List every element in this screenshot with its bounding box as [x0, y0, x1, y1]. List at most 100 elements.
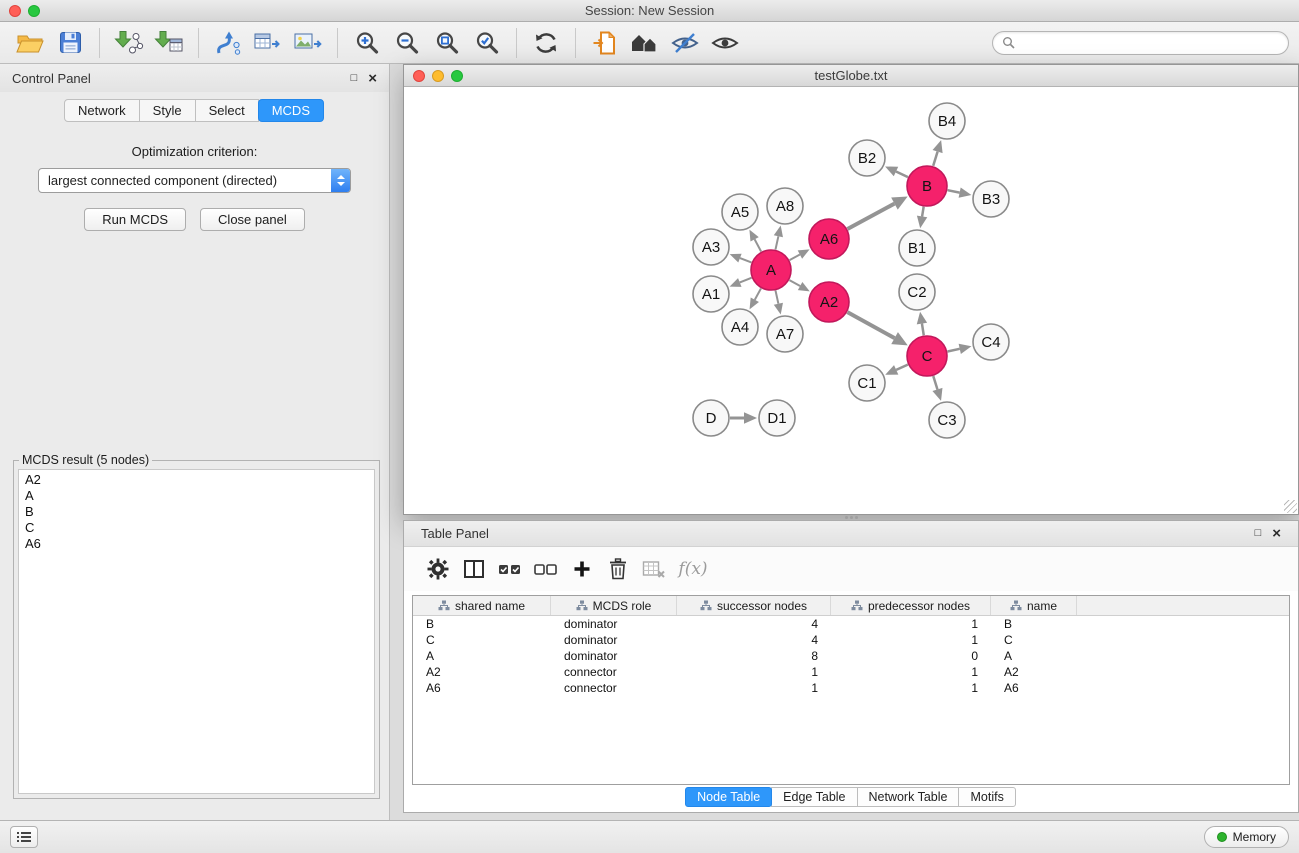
graph-edge-B-B1[interactable] [922, 207, 924, 217]
graph-edge-A-A3[interactable] [740, 258, 751, 262]
criterion-dropdown[interactable]: largest connected component (directed) [38, 168, 351, 193]
table-row[interactable]: Adominator80A [413, 648, 1289, 664]
network-zoom-button[interactable] [451, 70, 463, 82]
tab-edge-table[interactable]: Edge Table [771, 787, 857, 807]
eye-icon [711, 31, 739, 55]
close-window-button[interactable] [9, 5, 21, 17]
column-header-shared-name[interactable]: shared name [413, 596, 551, 615]
tab-select[interactable]: Select [195, 99, 259, 122]
toolbar-separator [198, 28, 199, 58]
result-item[interactable]: A6 [19, 536, 374, 552]
graph-edge-A6-B[interactable] [847, 204, 894, 229]
table-row[interactable]: A6connector11A6 [413, 680, 1289, 696]
table-panel-header: Table Panel □ × [404, 521, 1298, 547]
result-item[interactable]: A [19, 488, 374, 504]
graph-edge-A-A8[interactable] [775, 236, 778, 249]
graph-edge-B-B4[interactable] [933, 152, 937, 166]
tab-network-table[interactable]: Network Table [857, 787, 960, 807]
graph-edge-A-A4[interactable] [755, 288, 761, 299]
optimization-criterion-label: Optimization criterion: [0, 144, 389, 159]
zoom-selected-button[interactable] [468, 25, 506, 61]
zoom-selected-icon [474, 30, 501, 56]
graph-edge-C-C3[interactable] [933, 376, 937, 389]
network-graph[interactable]: B4B2BB3A5A8A6A3AB1A1A2C2A4A7C4CC1DD1C3 [404, 87, 1298, 514]
column-header-MCDS-role[interactable]: MCDS role [551, 596, 677, 615]
graph-edge-A2-C[interactable] [847, 312, 894, 338]
table-row[interactable]: Cdominator41C [413, 632, 1289, 648]
zoom-out-button[interactable] [388, 25, 426, 61]
table-row[interactable]: Bdominator41B [413, 616, 1289, 632]
zoom-fit-button[interactable] [428, 25, 466, 61]
close-panel-button[interactable]: Close panel [200, 208, 305, 231]
graph-edge-C-C1[interactable] [896, 365, 908, 370]
result-item[interactable]: B [19, 504, 374, 520]
open-session-button[interactable] [11, 25, 49, 61]
network-window-titlebar[interactable]: testGlobe.txt [404, 65, 1298, 87]
graph-edge-A-A7[interactable] [775, 291, 778, 304]
graph-edge-B-B2[interactable] [896, 172, 908, 178]
unselect-all-columns-button[interactable] [528, 551, 564, 587]
graph-edge-arrowhead [730, 254, 742, 263]
resize-grip-icon[interactable] [1284, 500, 1297, 513]
search-input[interactable] [1020, 36, 1279, 50]
export-image-button[interactable] [289, 25, 327, 61]
float-panel-icon[interactable]: □ [351, 73, 358, 84]
show-graphics-details-button[interactable] [706, 25, 744, 61]
column-header-name[interactable]: name [991, 596, 1077, 615]
import-table-button[interactable] [150, 25, 188, 61]
column-header-successor-nodes[interactable]: successor nodes [677, 596, 831, 615]
graph-node-label: D [706, 410, 717, 427]
hide-graphics-details-button[interactable] [666, 25, 704, 61]
graph-edge-A-A2[interactable] [789, 280, 800, 286]
tab-node-table[interactable]: Node Table [685, 787, 772, 807]
zoom-window-button[interactable] [28, 5, 40, 17]
tab-style[interactable]: Style [139, 99, 196, 122]
network-close-button[interactable] [413, 70, 425, 82]
network-minimize-button[interactable] [432, 70, 444, 82]
apply-layout-button[interactable] [209, 25, 247, 61]
mcds-result-list[interactable]: A2ABCA6 [18, 469, 375, 794]
result-item[interactable]: A2 [19, 472, 374, 488]
select-all-columns-button[interactable] [492, 551, 528, 587]
show-columns-button[interactable] [456, 551, 492, 587]
tab-network[interactable]: Network [64, 99, 140, 122]
open-document-button[interactable] [586, 25, 624, 61]
close-table-panel-icon[interactable]: × [1272, 526, 1281, 541]
table-row[interactable]: A2connector11A2 [413, 664, 1289, 680]
create-column-button[interactable] [564, 551, 600, 587]
delete-columns-button[interactable] [600, 551, 636, 587]
graph-edge-A-A5[interactable] [755, 239, 761, 251]
function-builder-button[interactable]: f(x) [672, 551, 708, 587]
save-session-button[interactable] [51, 25, 89, 61]
graph-edge-B-B3[interactable] [948, 190, 960, 192]
cell-predecessor-nodes: 1 [831, 665, 991, 679]
float-table-panel-icon[interactable]: □ [1255, 528, 1262, 539]
memory-button[interactable]: Memory [1204, 826, 1289, 848]
network-canvas[interactable]: B4B2BB3A5A8A6A3AB1A1A2C2A4A7C4CC1DD1C3 [404, 87, 1298, 514]
cell-successor-nodes: 1 [677, 681, 831, 695]
table-settings-button[interactable] [420, 551, 456, 587]
run-mcds-button[interactable]: Run MCDS [84, 208, 186, 231]
tab-motifs[interactable]: Motifs [958, 787, 1015, 807]
search-field[interactable] [992, 31, 1289, 55]
tab-mcds[interactable]: MCDS [258, 99, 324, 122]
delete-table-button[interactable] [636, 551, 672, 587]
import-network-button[interactable] [110, 25, 148, 61]
sort-icon [438, 600, 450, 611]
graph-node-label: A5 [731, 204, 749, 221]
graph-edge-C-C2[interactable] [922, 324, 924, 336]
graph-edge-arrowhead [774, 226, 783, 238]
zoom-in-button[interactable] [348, 25, 386, 61]
toolbar-separator [337, 28, 338, 58]
export-table-button[interactable] [249, 25, 287, 61]
panel-chooser-button[interactable] [10, 826, 38, 848]
graph-edge-C-C4[interactable] [948, 349, 960, 352]
result-item[interactable]: C [19, 520, 374, 536]
mcds-result-title: MCDS result (5 nodes) [19, 453, 152, 467]
welcome-screen-button[interactable] [626, 25, 664, 61]
column-header-predecessor-nodes[interactable]: predecessor nodes [831, 596, 991, 615]
graph-edge-A-A1[interactable] [740, 278, 752, 283]
refresh-network-button[interactable] [527, 25, 565, 61]
close-panel-icon[interactable]: × [368, 71, 377, 86]
graph-edge-A-A6[interactable] [790, 255, 800, 261]
